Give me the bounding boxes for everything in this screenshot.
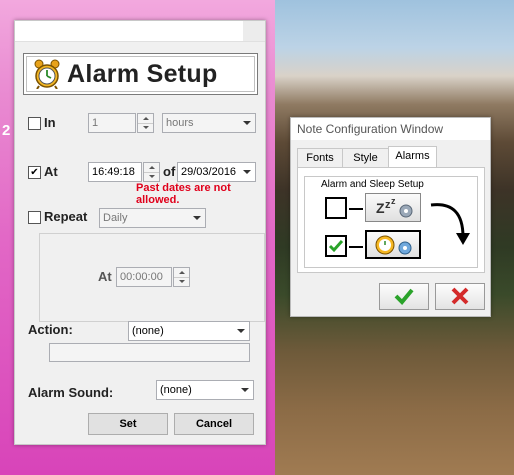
in-label: In bbox=[44, 115, 56, 130]
at-date-picker[interactable]: 29/03/2016 bbox=[177, 162, 256, 182]
at-time-input[interactable]: 16:49:18 bbox=[88, 162, 142, 182]
alarm-setup-window: Alarm Setup In 1 hours ✔ At 16:49:18 of … bbox=[14, 20, 266, 445]
red-x-icon bbox=[451, 287, 469, 305]
repeat-at-time-input[interactable]: 00:00:00 bbox=[116, 267, 172, 287]
in-unit-value: hours bbox=[166, 117, 194, 129]
repeat-mode-select[interactable]: Daily bbox=[99, 208, 206, 228]
chevron-down-icon bbox=[239, 163, 255, 181]
connector-line bbox=[349, 208, 363, 210]
alarm-sound-select[interactable]: (none) bbox=[156, 380, 254, 400]
alarm-sleep-group: Alarm and Sleep Setup Z z z bbox=[304, 176, 478, 268]
alarms-tab-panel: Alarm and Sleep Setup Z z z bbox=[297, 167, 485, 273]
tab-alarms[interactable]: Alarms bbox=[388, 146, 437, 169]
repeat-options-group: At 00:00:00 bbox=[39, 233, 265, 322]
cancel-button[interactable]: Cancel bbox=[174, 413, 254, 435]
sleep-checkbox[interactable] bbox=[325, 197, 347, 219]
set-button[interactable]: Set bbox=[88, 413, 168, 435]
in-amount-spinner[interactable] bbox=[137, 113, 154, 133]
repeat-at-time-spinner[interactable] bbox=[173, 267, 190, 287]
chevron-down-icon bbox=[189, 209, 205, 227]
alarm-checkbox[interactable] bbox=[325, 235, 347, 257]
sleep-zzz-icon: Z z z bbox=[376, 196, 413, 218]
connector-line bbox=[349, 246, 363, 248]
at-time-spinner[interactable] bbox=[143, 162, 160, 182]
action-path-input[interactable] bbox=[49, 343, 250, 362]
alarm-sound-value: (none) bbox=[160, 384, 192, 396]
note-configuration-window: Note Configuration Window Fonts Style Al… bbox=[290, 117, 491, 317]
note-window-title[interactable]: Note Configuration Window bbox=[291, 118, 490, 140]
alarm-clock-gear-icon bbox=[375, 235, 412, 255]
at-checkbox[interactable]: ✔ bbox=[28, 166, 41, 179]
of-label: of bbox=[163, 164, 176, 179]
repeat-at-label: At bbox=[98, 269, 112, 284]
action-select[interactable]: (none) bbox=[128, 321, 250, 341]
past-date-error: Past dates are not allowed. bbox=[136, 182, 231, 206]
in-checkbox[interactable] bbox=[28, 117, 41, 130]
tab-fonts[interactable]: Fonts bbox=[297, 148, 343, 168]
at-date-value: 29/03/2016 bbox=[181, 166, 237, 178]
alarm-title-banner: Alarm Setup bbox=[23, 53, 258, 95]
chevron-down-icon bbox=[233, 322, 249, 340]
action-label: Action: bbox=[28, 322, 73, 337]
at-label: At bbox=[44, 164, 58, 179]
tab-style[interactable]: Style bbox=[342, 148, 389, 168]
green-checkmark-icon bbox=[394, 288, 414, 305]
chevron-down-icon bbox=[239, 114, 255, 132]
ok-button[interactable] bbox=[379, 283, 429, 310]
repeat-label: Repeat bbox=[44, 209, 88, 224]
in-unit-select[interactable]: hours bbox=[162, 113, 256, 133]
action-value: (none) bbox=[132, 325, 164, 337]
repeat-mode-value: Daily bbox=[103, 212, 128, 224]
window-close-button[interactable] bbox=[243, 21, 265, 41]
repeat-checkbox[interactable] bbox=[28, 211, 41, 224]
svg-text:z: z bbox=[391, 196, 396, 206]
curved-arrow-icon bbox=[430, 203, 470, 245]
alarm-setup-button[interactable] bbox=[365, 230, 421, 259]
svg-text:Z: Z bbox=[376, 200, 385, 216]
cancel-config-button[interactable] bbox=[435, 283, 485, 310]
alarm-window-titlebar[interactable] bbox=[15, 21, 265, 42]
alarm-window-title: Alarm Setup bbox=[67, 59, 218, 88]
alarm-clock-icon bbox=[33, 59, 61, 90]
pink-widget-text: 2 bbox=[2, 122, 11, 139]
sleep-setup-button[interactable]: Z z z bbox=[365, 193, 421, 222]
chevron-down-icon bbox=[237, 381, 253, 399]
in-amount-input[interactable]: 1 bbox=[88, 113, 136, 133]
alarm-sleep-group-label: Alarm and Sleep Setup bbox=[319, 179, 426, 190]
alarm-sound-label: Alarm Sound: bbox=[28, 385, 114, 400]
